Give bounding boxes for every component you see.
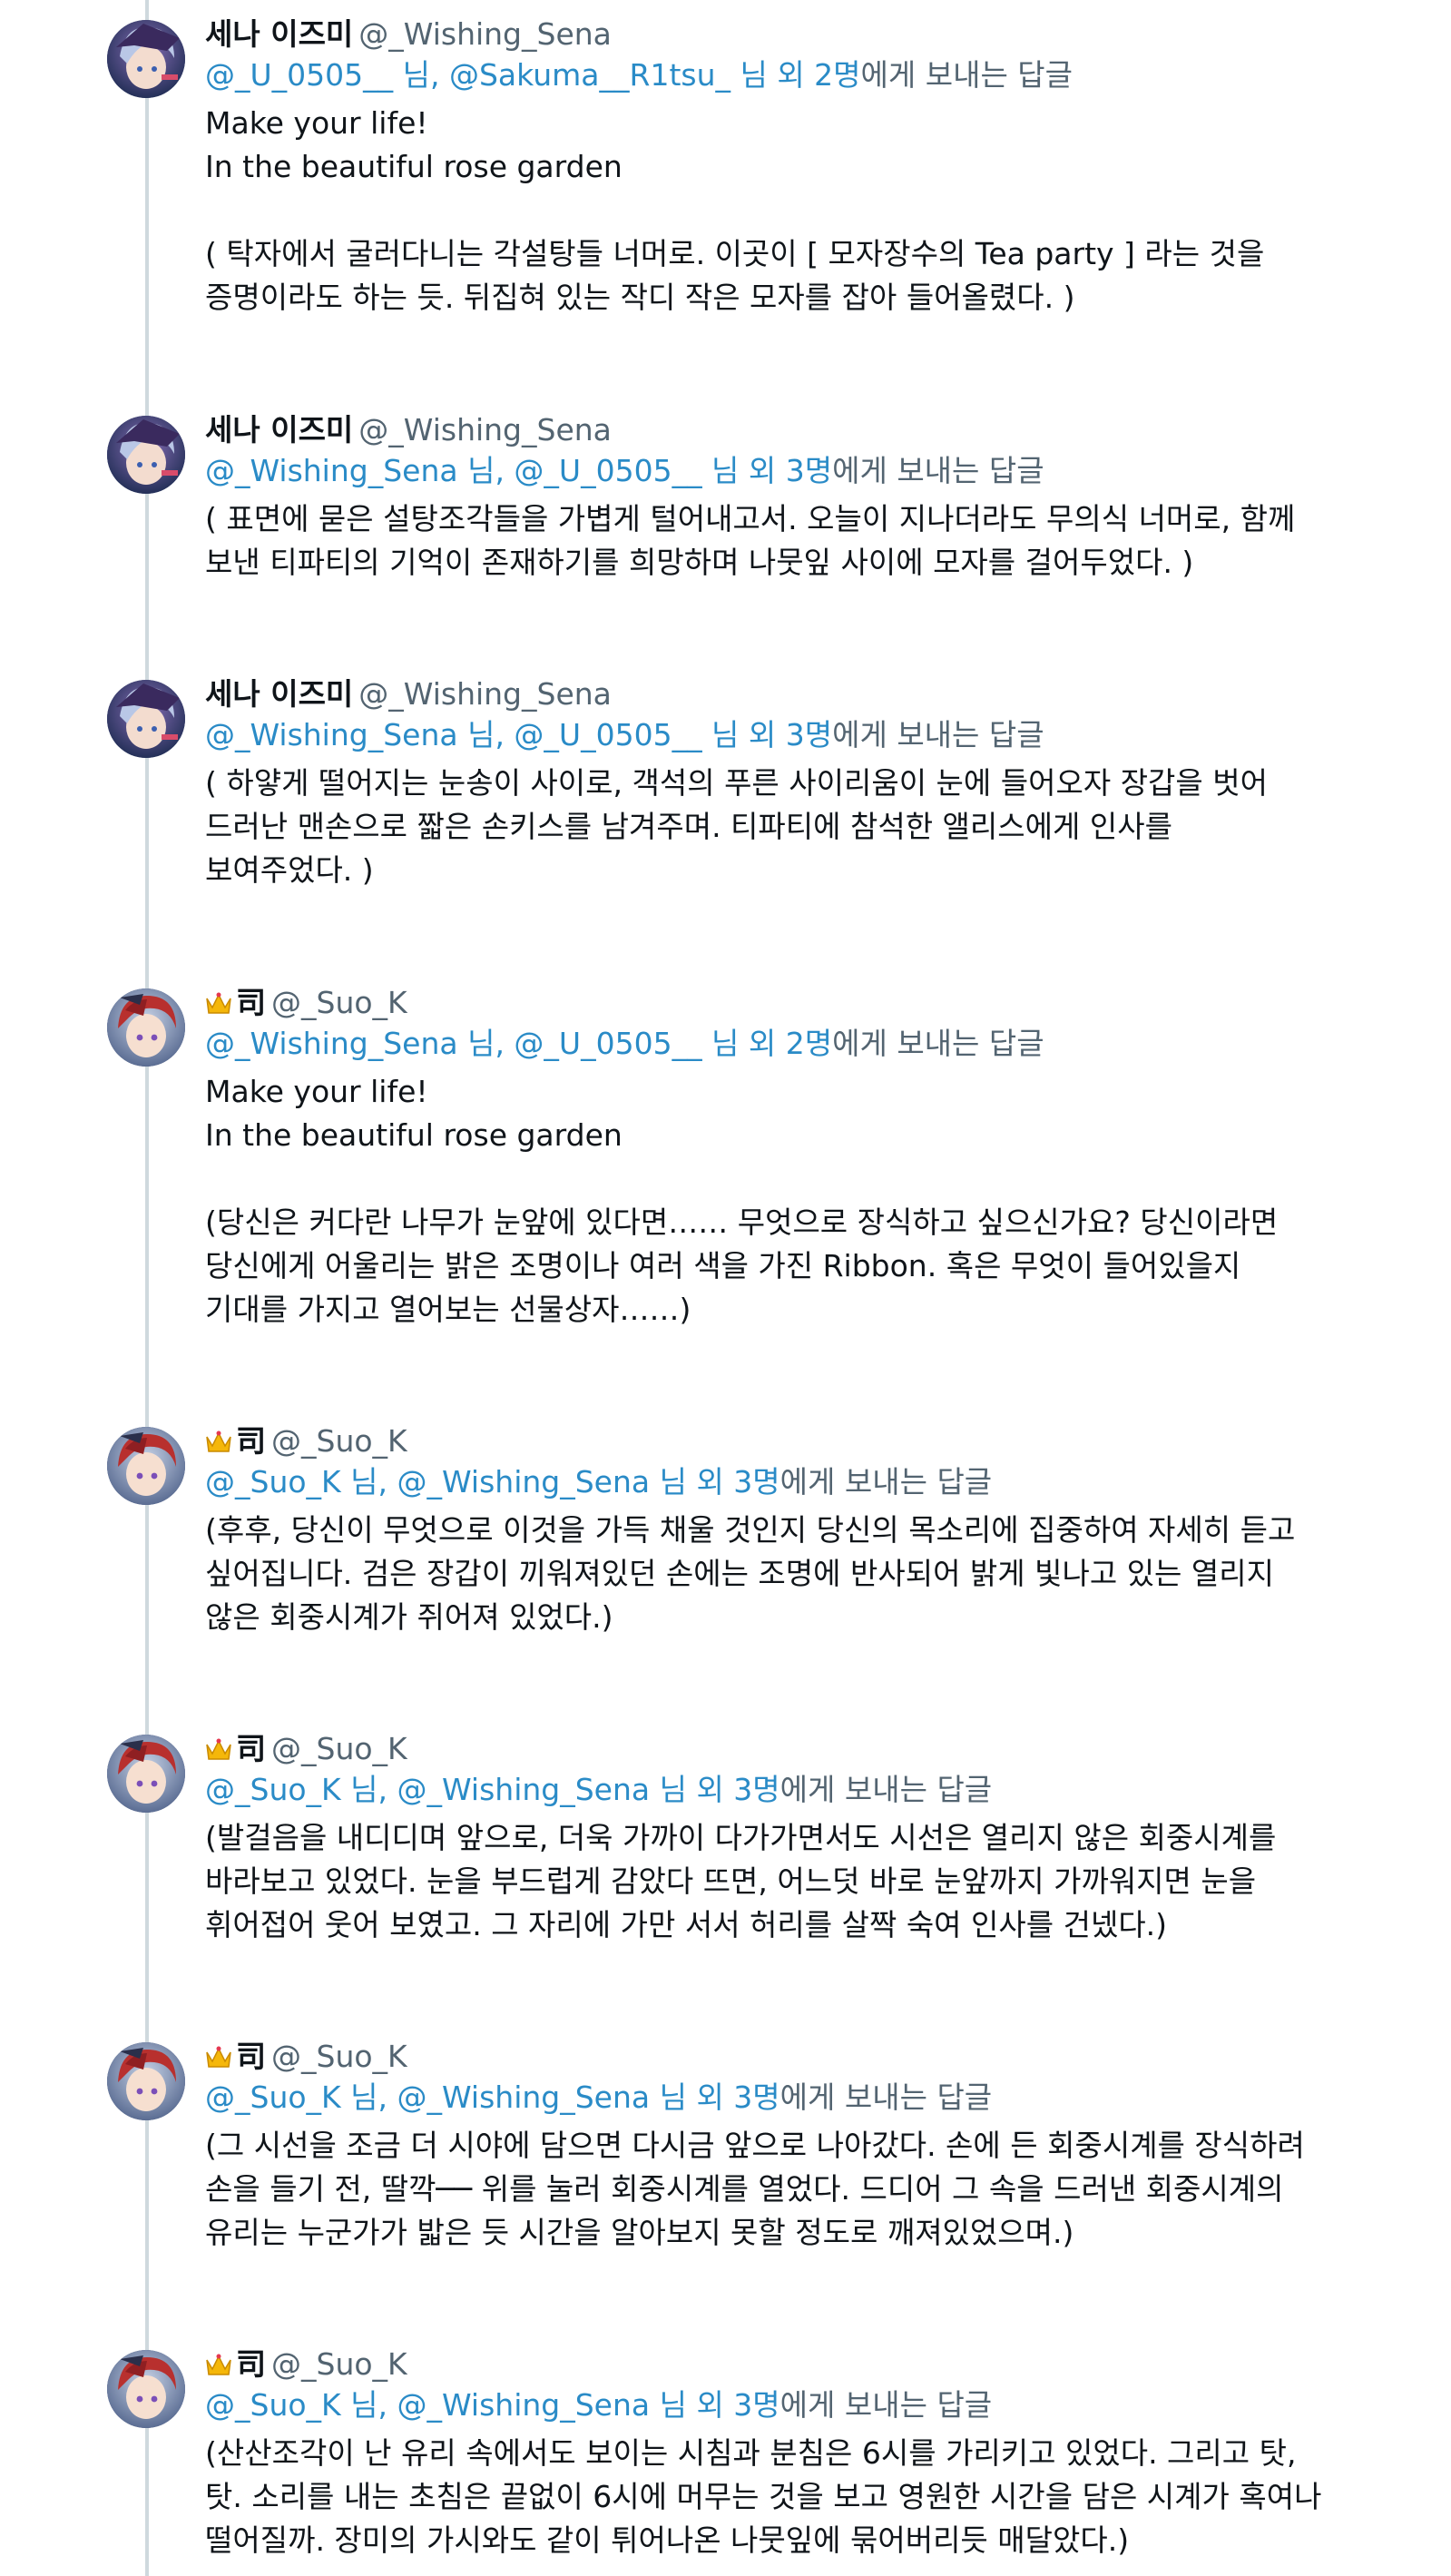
suo-avatar-icon[interactable]	[107, 1427, 185, 1505]
reply-suffix: 에게 보내는 답글	[779, 2079, 993, 2115]
tweet-paragraph: (후후, 당신이 무엇으로 이것을 가득 채울 것인지 당신의 목소리에 집중하…	[205, 1512, 1296, 1635]
reply-mentions-link[interactable]: @_Wishing_Sena 님, @_U_0505__ 님 외 2명	[205, 1026, 832, 1061]
crown-icon	[205, 1733, 232, 1773]
tweet-header: 司 @_Suo_K	[205, 1421, 1385, 1461]
reply-suffix: 에게 보내는 답글	[832, 717, 1044, 752]
tweet-line: In the beautiful rose garden	[205, 149, 623, 184]
tweet-text: Make your life! In the beautiful rose ga…	[205, 102, 1385, 320]
tweet-text: (그 시선을 조금 더 시야에 담으면 다시금 앞으로 나아갔다. 손에 든 회…	[205, 2124, 1385, 2255]
tweet-header: 司 @_Suo_K	[205, 1729, 1385, 1769]
tweet-text: (산산조각이 난 유리 속에서도 보이는 시침과 분침은 6시를 가리키고 있었…	[205, 2432, 1385, 2562]
reply-suffix: 에게 보내는 답글	[779, 1464, 993, 1499]
sena-avatar-icon[interactable]	[107, 416, 185, 494]
reply-mentions-link[interactable]: @_Wishing_Sena 님, @_U_0505__ 님 외 3명	[205, 717, 832, 752]
tweet-header: 세나 이즈미 @_Wishing_Sena	[205, 674, 1385, 714]
tweet-paragraph: ( 하얗게 떨어지는 눈송이 사이로, 객석의 푸른 사이리움이 눈에 들어오자…	[205, 765, 1268, 888]
user-handle[interactable]: @_Suo_K	[271, 1731, 407, 1766]
tweet-paragraph: ( 탁자에서 굴러다니는 각설탕들 너머로. 이곳이 [ 모자장수의 Tea p…	[205, 236, 1265, 315]
suo-avatar-icon[interactable]	[107, 2042, 185, 2120]
crown-icon	[205, 987, 232, 1027]
crown-icon	[205, 1425, 232, 1465]
user-handle[interactable]: @_Wishing_Sena	[358, 676, 612, 712]
display-name[interactable]: 세나 이즈미	[205, 16, 353, 52]
reply-mentions-link[interactable]: @_Wishing_Sena 님, @_U_0505__ 님 외 3명	[205, 453, 832, 488]
reply-mentions-link[interactable]: @_Suo_K 님, @_Wishing_Sena 님 외 3명	[205, 1772, 780, 1807]
reply-context: @_Suo_K 님, @_Wishing_Sena 님 외 3명에게 보내는 답…	[205, 1769, 1385, 1811]
reply-mentions-link[interactable]: @_U_0505__ 님, @Sakuma__R1tsu_ 님 외 2명	[205, 57, 861, 93]
display-name[interactable]: 司	[236, 1731, 266, 1766]
sena-avatar-icon[interactable]	[107, 20, 185, 98]
tweet-header: 司 @_Suo_K	[205, 2345, 1385, 2384]
reply-suffix: 에게 보내는 답글	[779, 2387, 993, 2423]
crown-icon	[205, 2040, 232, 2080]
tweet-header: 司 @_Suo_K	[205, 2037, 1385, 2077]
crown-icon	[205, 2348, 232, 2388]
tweet-text: ( 표면에 묻은 설탕조각들을 가볍게 털어내고서. 오늘이 지나더라도 무의식…	[205, 497, 1385, 585]
reply-context: @_Suo_K 님, @_Wishing_Sena 님 외 3명에게 보내는 답…	[205, 1461, 1385, 1503]
tweet-paragraph: (그 시선을 조금 더 시야에 담으면 다시금 앞으로 나아갔다. 손에 든 회…	[205, 2128, 1305, 2250]
display-name[interactable]: 司	[236, 985, 266, 1020]
reply-context: @_Suo_K 님, @_Wishing_Sena 님 외 3명에게 보내는 답…	[205, 2077, 1385, 2119]
tweet-line: In the beautiful rose garden	[205, 1117, 623, 1153]
display-name[interactable]: 세나 이즈미	[205, 412, 353, 447]
reply-suffix: 에게 보내는 답글	[832, 453, 1044, 488]
tweet-text: (후후, 당신이 무엇으로 이것을 가득 채울 것인지 당신의 목소리에 집중하…	[205, 1509, 1385, 1639]
user-handle[interactable]: @_Suo_K	[271, 2346, 407, 2382]
tweet-paragraph: (발걸음을 내디디며 앞으로, 더욱 가까이 다가가면서도 시선은 열리지 않은…	[205, 1820, 1277, 1942]
tweet-paragraph: (산산조각이 난 유리 속에서도 보이는 시침과 분침은 6시를 가리키고 있었…	[205, 2435, 1322, 2558]
tweet-text: Make your life! In the beautiful rose ga…	[205, 1070, 1385, 1332]
tweet-header: 세나 이즈미 @_Wishing_Sena	[205, 15, 1385, 54]
reply-mentions-link[interactable]: @_Suo_K 님, @_Wishing_Sena 님 외 3명	[205, 2387, 780, 2423]
user-handle[interactable]: @_Wishing_Sena	[358, 16, 612, 52]
display-name[interactable]: 세나 이즈미	[205, 676, 353, 712]
tweet-header: 司 @_Suo_K	[205, 983, 1385, 1023]
display-name[interactable]: 司	[236, 2346, 266, 2382]
reply-context: @_U_0505__ 님, @Sakuma__R1tsu_ 님 외 2명에게 보…	[205, 54, 1385, 96]
reply-mentions-link[interactable]: @_Suo_K 님, @_Wishing_Sena 님 외 3명	[205, 1464, 780, 1499]
tweet-paragraph: ( 표면에 묻은 설탕조각들을 가볍게 털어내고서. 오늘이 지나더라도 무의식…	[205, 501, 1296, 580]
reply-suffix: 에게 보내는 답글	[779, 1772, 993, 1807]
tweet-line: Make your life!	[205, 105, 428, 141]
tweet-paragraph: (당신은 커다란 나무가 눈앞에 있다면…… 무엇으로 장식하고 싶으신가요? …	[205, 1204, 1279, 1327]
reply-mentions-link[interactable]: @_Suo_K 님, @_Wishing_Sena 님 외 3명	[205, 2079, 780, 2115]
reply-suffix: 에게 보내는 답글	[832, 1026, 1044, 1061]
reply-context: @_Suo_K 님, @_Wishing_Sena 님 외 3명에게 보내는 답…	[205, 2384, 1385, 2426]
suo-avatar-icon[interactable]	[107, 2350, 185, 2428]
reply-context: @_Wishing_Sena 님, @_U_0505__ 님 외 2명에게 보내…	[205, 1023, 1385, 1065]
tweet-text: ( 하얗게 떨어지는 눈송이 사이로, 객석의 푸른 사이리움이 눈에 들어오자…	[205, 762, 1385, 892]
display-name[interactable]: 司	[236, 1423, 266, 1459]
user-handle[interactable]: @_Suo_K	[271, 1423, 407, 1459]
suo-avatar-icon[interactable]	[107, 1735, 185, 1813]
tweet-line: Make your life!	[205, 1074, 428, 1109]
tweet-header: 세나 이즈미 @_Wishing_Sena	[205, 410, 1385, 450]
reply-context: @_Wishing_Sena 님, @_U_0505__ 님 외 3명에게 보내…	[205, 714, 1385, 756]
suo-avatar-icon[interactable]	[107, 988, 185, 1067]
tweet-text: (발걸음을 내디디며 앞으로, 더욱 가까이 다가가면서도 시선은 열리지 않은…	[205, 1816, 1385, 1947]
display-name[interactable]: 司	[236, 2039, 266, 2074]
sena-avatar-icon[interactable]	[107, 680, 185, 758]
user-handle[interactable]: @_Suo_K	[271, 985, 407, 1020]
user-handle[interactable]: @_Suo_K	[271, 2039, 407, 2074]
thread-connector-line	[145, 0, 149, 2576]
user-handle[interactable]: @_Wishing_Sena	[358, 412, 612, 447]
reply-context: @_Wishing_Sena 님, @_U_0505__ 님 외 3명에게 보내…	[205, 450, 1385, 492]
reply-suffix: 에게 보내는 답글	[860, 57, 1074, 93]
